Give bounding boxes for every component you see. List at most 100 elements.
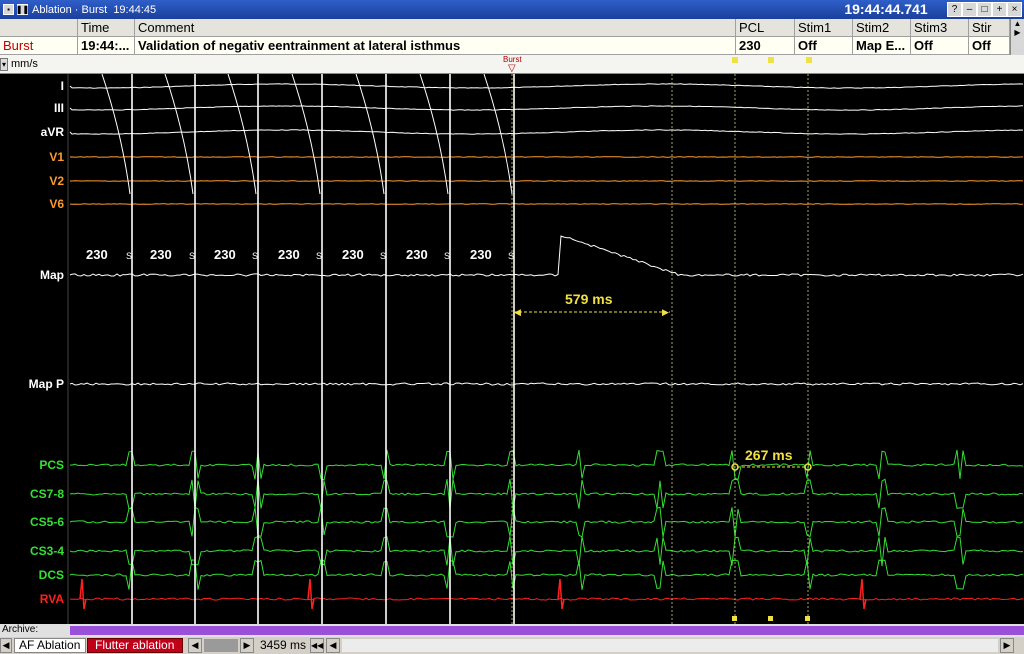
channel-label[interactable]: V2 [49,174,64,188]
channel-label[interactable]: CS5-6 [30,515,64,529]
fast-rewind-icon[interactable]: ◀◀ [310,638,324,653]
column-header-comment[interactable]: Comment [135,19,736,37]
channel-label[interactable]: III [54,101,64,115]
channel-trace [69,203,1024,205]
column-header-time[interactable]: Time [78,19,135,37]
pacing-artifact-curve [227,74,257,195]
rewind-icon[interactable]: ◀ [188,638,202,653]
maximize-button[interactable]: □ [977,2,992,17]
pacing-cycle-label: 230 [342,247,364,262]
channel-label[interactable]: DCS [39,568,64,582]
channel-trace [69,105,1024,111]
channel-label[interactable]: I [61,79,64,93]
pacing-cycle-label: 230 [470,247,492,262]
channel-label[interactable]: PCS [39,458,64,472]
tab-flutter-ablation[interactable]: Flutter ablation [87,638,183,653]
channel-trace [69,83,1024,89]
caliper-handle-icon [805,616,810,621]
caliper-handle-icon[interactable] [768,57,774,63]
rva-deflection [557,578,565,610]
channel-label[interactable]: V1 [49,150,64,164]
window-duration: 3459 ms [260,638,307,652]
column-header-pcl[interactable]: PCL [736,19,795,37]
channel-trace [69,559,1024,590]
stim-marker: S [189,251,195,261]
scale-dropdown-icon[interactable]: ▾ [0,58,8,71]
channel-trace [69,506,1024,538]
column-header-label[interactable] [0,19,78,37]
window-menu-icon[interactable]: ▪ [3,4,14,15]
scroll-right-icon[interactable]: ▶ [1000,638,1014,653]
row-stim3[interactable]: Off [911,37,969,55]
channel-trace [69,449,1024,481]
caliper-handle-icon [732,616,737,621]
channel-label[interactable]: Map [40,268,64,282]
row-stim4[interactable]: Off [969,37,1010,55]
caliper-handle-icon[interactable] [732,57,738,63]
row-time[interactable]: 19:44:... [78,37,135,55]
caliper-arrow-left-icon: ◀ [514,307,521,317]
help-button[interactable]: ? [947,2,962,17]
ppi-measurement: 579 ms [565,291,613,307]
archive-progress[interactable] [70,626,1024,635]
archive-label: Archive: [2,624,39,635]
move-button[interactable]: + [992,2,1007,17]
caliper-handle-icon[interactable] [806,57,812,63]
pacing-cycle-label: 230 [278,247,300,262]
time-scroll-thumb[interactable] [204,639,238,652]
grid-scroll-right[interactable]: ▲ ▶ [1010,19,1024,55]
scroll-left-icon[interactable]: ◀ [326,638,340,653]
channel-label[interactable]: CS3-4 [30,544,64,558]
pacing-artifact-curve [291,74,321,195]
window-title: Ablation · Burst 19:44:45 [32,3,157,16]
rva-deflection [79,578,87,610]
channel-trace [69,536,1024,567]
caliper-handle-icon [768,616,773,621]
pacing-cycle-label: 230 [86,247,108,262]
channel-trace [69,235,1024,277]
horizontal-scrollbar[interactable] [342,639,998,652]
pacing-cycle-label: 230 [406,247,428,262]
annotation-table: Time Comment PCL Stim1 Stim2 Stim3 Stir … [0,19,1024,55]
pacing-artifact-curve [355,74,385,195]
channel-label[interactable]: CS7-8 [30,487,64,501]
column-header-stim1[interactable]: Stim1 [795,19,853,37]
pacing-artifact-curve [164,74,194,195]
tab-scroll-left-icon[interactable]: ◀ [0,638,12,653]
close-button[interactable]: × [1007,2,1022,17]
rva-deflection [307,578,315,610]
clock-readout: 19:44:44.741 [844,1,928,17]
minimize-button[interactable]: – [962,2,977,17]
row-comment[interactable]: Validation of negativ eentrainment at la… [135,37,736,55]
pacing-cycle-label: 230 [214,247,236,262]
stim-marker: S [126,251,132,261]
channel-label[interactable]: RVA [40,592,65,606]
channel-trace [69,478,1024,510]
row-label[interactable]: Burst [0,37,78,55]
stim-marker: S [444,251,450,261]
column-header-stim3[interactable]: Stim3 [911,19,969,37]
channel-label[interactable]: aVR [41,125,65,139]
pause-icon[interactable]: ❚❚ [16,4,29,15]
row-stim1[interactable]: Off [795,37,853,55]
channel-trace [70,180,1024,182]
stim-marker: S [508,251,514,261]
column-header-stim4[interactable]: Stir [969,19,1010,37]
burst-marker-icon[interactable]: ▽ [508,63,516,74]
bottom-toolbar: ◀ AF Ablation Flutter ablation ◀ ▶ 3459 … [0,637,1024,654]
signal-display[interactable]: IIIIaVRV1V2V6MapMap PPCSCS7-8CS5-6CS3-4D… [0,74,1024,624]
channel-label[interactable]: Map P [29,377,64,391]
archive-bar: Archive: [0,624,1024,637]
scale-bar: ▾ mm/s Burst ▽ [0,55,1024,74]
speed-unit: mm/s [11,58,38,70]
stim-marker: S [380,251,386,261]
row-stim2[interactable]: Map E... [853,37,911,55]
tab-af-ablation[interactable]: AF Ablation [14,638,86,653]
column-header-stim2[interactable]: Stim2 [853,19,911,37]
row-pcl[interactable]: 230 [736,37,795,55]
rva-deflection [859,578,867,610]
step-forward-icon[interactable]: ▶ [240,638,254,653]
tcl-measurement: 267 ms [745,447,793,463]
channel-trace [69,382,1024,386]
channel-label[interactable]: V6 [49,197,64,211]
